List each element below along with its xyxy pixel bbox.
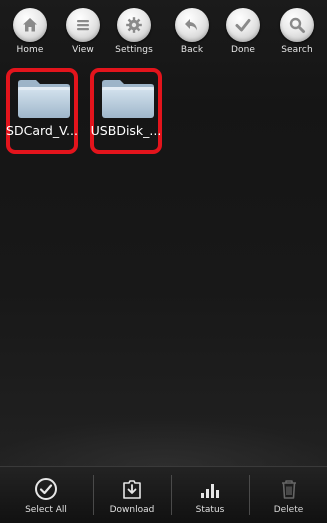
home-button[interactable]: Home [4,8,56,55]
top-toolbar: Home View Settings Back Done Search [0,0,327,66]
status-button[interactable]: Status [172,467,248,523]
download-label: Download [109,505,155,515]
download-button[interactable]: Download [94,467,170,523]
home-label: Home [16,45,44,55]
done-button[interactable]: Done [217,8,269,55]
home-icon [13,8,47,42]
bar-chart-icon [201,484,219,498]
folder-item-usbdisk[interactable]: USBDisk_... [90,68,162,154]
folder-name: USBDisk_... [90,123,162,138]
bottom-action-bar: Select All Download Status Delete [0,466,327,523]
back-button[interactable]: Back [166,8,218,55]
check-circle-icon [35,478,57,500]
folder-icon [102,80,154,118]
gear-icon [117,8,151,42]
select-all-label: Select All [25,505,67,515]
back-arrow-icon [175,8,209,42]
back-label: Back [180,45,204,55]
search-button[interactable]: Search [271,8,323,55]
trash-icon [281,480,296,499]
view-button[interactable]: View [57,8,109,55]
status-label: Status [195,505,225,515]
search-label: Search [281,45,313,55]
select-all-button[interactable]: Select All [0,467,92,523]
delete-label: Delete [273,505,304,515]
settings-button[interactable]: Settings [108,8,160,55]
settings-label: Settings [115,45,153,55]
file-browser-screen: Home View Settings Back Done Search SDCa… [0,0,327,523]
check-icon [226,8,260,42]
list-icon [66,8,100,42]
download-icon [123,480,141,499]
view-label: View [72,45,94,55]
folder-name: SDCard_V... [6,123,78,138]
delete-button[interactable]: Delete [250,467,327,523]
folder-item-sdcard[interactable]: SDCard_V... [6,68,78,154]
folder-icon [18,80,70,118]
search-icon [280,8,314,42]
done-label: Done [230,45,256,55]
